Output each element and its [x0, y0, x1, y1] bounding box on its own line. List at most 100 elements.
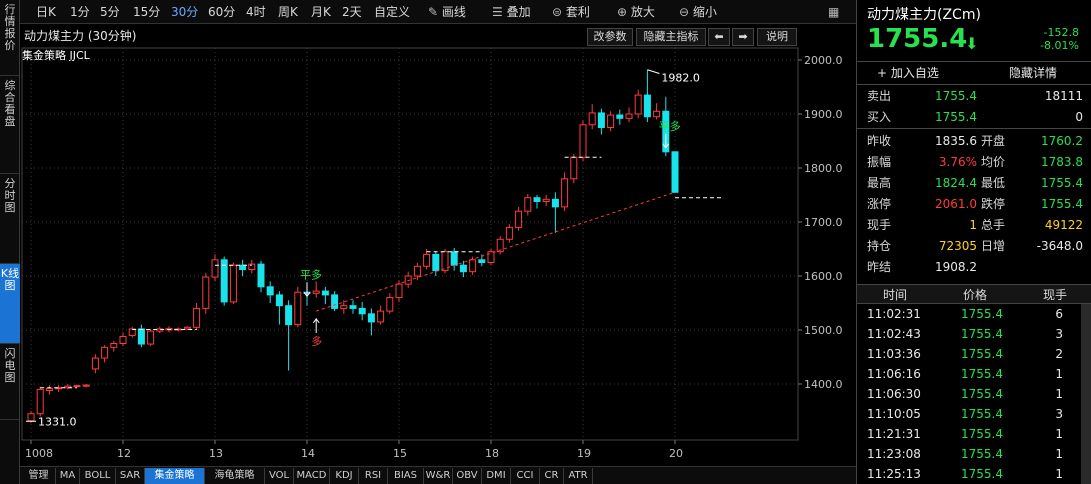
candle-down: [450, 251, 458, 266]
hide-detail-button[interactable]: 隐藏详情: [1009, 62, 1057, 84]
y-tick-label: 1700.0: [804, 216, 843, 229]
candle-up: [229, 264, 237, 303]
stat-row: 涨停 2061.0 跌停 1755.4: [857, 194, 1091, 214]
stat-label: 涨停: [867, 197, 892, 211]
indicator-tab[interactable]: CCI: [511, 468, 540, 484]
signal-label: 平多: [659, 119, 681, 133]
tick-price: 1755.4: [961, 327, 1003, 341]
candle-up: [193, 307, 201, 328]
y-tick-label: 1800.0: [804, 162, 843, 175]
tick-row[interactable]: 11:02:31 1755.4 6: [857, 304, 1082, 324]
candle-up: [625, 113, 633, 119]
candle-up: [211, 259, 219, 278]
tick-row[interactable]: 11:21:31 1755.4 1: [857, 424, 1082, 444]
tick-time: 11:06:30: [867, 387, 921, 401]
stat-label: 最高: [867, 176, 892, 190]
kline-chart[interactable]: 1331.0 1982.0 平多多 平多 2000.0 1900.0 1800.0 1700…: [0, 0, 856, 466]
tick-time: 11:25:13: [867, 467, 921, 481]
candle-up: [423, 253, 431, 267]
candle-up: [386, 297, 394, 312]
indicator-tab[interactable]: CR: [540, 468, 564, 484]
tick-price: 1755.4: [961, 407, 1003, 421]
candle-down: [597, 112, 605, 128]
stat-row: 持仓 72305 日增 -3648.0: [857, 236, 1091, 256]
candle-up: [515, 210, 523, 228]
stat-label: 均价: [981, 155, 1006, 169]
tick-row[interactable]: 11:06:16 1755.4 1: [857, 364, 1082, 384]
indicator-bar: 管理 MA BOLL SAR 集金策略 海龟策略 VOL MACD KDJ RSI BIAS W&R O…: [20, 466, 856, 484]
x-tick-label: 19: [577, 447, 591, 460]
tick-time: 11:06:16: [867, 367, 921, 381]
x-tick-label: 13: [209, 447, 223, 460]
stat-value: 3.76%: [938, 155, 977, 169]
low-price-label: 1331.0: [38, 415, 77, 428]
stat-label: 总手: [981, 218, 1006, 232]
buy-row: 买入 1755.4 0: [857, 107, 1091, 127]
tick-price: 1755.4: [961, 467, 1003, 481]
tick-row[interactable]: 11:03:36 1755.4 2: [857, 344, 1082, 364]
stat-row: 振幅 3.76% 均价 1783.8: [857, 152, 1091, 172]
indicator-tab[interactable]: 集金策略: [145, 468, 205, 484]
y-tick-label: 1400.0: [804, 378, 843, 391]
candle-up: [395, 283, 403, 299]
indicator-tab[interactable]: W&R: [424, 468, 453, 484]
indicator-tab[interactable]: MACD: [294, 468, 330, 484]
stat-value: 1908.2: [935, 260, 977, 274]
signal-label: 多: [311, 334, 322, 348]
tick-volume: 2: [1055, 347, 1063, 361]
candle-up: [340, 305, 348, 309]
candle-up: [524, 197, 532, 212]
candle-up: [653, 110, 661, 118]
candle-up: [634, 94, 642, 115]
tick-price: 1755.4: [961, 447, 1003, 461]
candle-up: [588, 112, 596, 126]
indicator-tab[interactable]: DMI: [482, 468, 511, 484]
candle-down: [257, 263, 265, 288]
ticks-scrollbar[interactable]: [1081, 304, 1091, 484]
stat-label: 现手: [867, 218, 892, 232]
tick-volume: 1: [1055, 447, 1063, 461]
add-watch-button[interactable]: + 加入自选: [877, 62, 939, 84]
indicator-tab[interactable]: SAR: [116, 468, 145, 484]
indicator-tab[interactable]: ATR: [564, 468, 593, 484]
indicator-tab[interactable]: BOLL: [80, 468, 116, 484]
indicator-tab[interactable]: 管理: [22, 468, 56, 484]
indicator-tab[interactable]: BIAS: [388, 468, 424, 484]
tick-row[interactable]: 11:25:13 1755.4 1: [857, 464, 1082, 484]
candle-down: [137, 328, 145, 345]
stat-label: 昨结: [867, 260, 892, 274]
last-price: 1755.4: [867, 24, 968, 54]
tick-row[interactable]: 11:23:08 1755.4 1: [857, 444, 1082, 464]
tick-volume: 1: [1055, 367, 1063, 381]
tick-row[interactable]: 11:02:43 1755.4 3: [857, 324, 1082, 344]
candle-down: [459, 264, 467, 273]
buy-price: 1755.4: [935, 110, 977, 124]
stat-row: 昨结 1908.2: [857, 257, 1091, 277]
indicator-tab[interactable]: KDJ: [330, 468, 359, 484]
stat-value: 2061.0: [935, 197, 977, 211]
stat-value: 1760.2: [1041, 134, 1083, 148]
candle-up: [82, 384, 90, 387]
candle-down: [239, 264, 247, 271]
tick-row[interactable]: 11:10:05 1755.4 3: [857, 404, 1082, 424]
indicator-tab[interactable]: MA: [56, 468, 80, 484]
candle-up: [469, 259, 477, 273]
ticks-header: 时间 价格 现手: [857, 284, 1091, 304]
sell-volume: 18111: [1044, 89, 1083, 103]
indicator-tab[interactable]: OBV: [453, 468, 482, 484]
indicator-tab[interactable]: 海龟策略: [205, 468, 265, 484]
candle-down: [367, 313, 375, 323]
tick-volume: 6: [1055, 307, 1063, 321]
stat-value: 1: [969, 218, 977, 232]
indicator-tab[interactable]: RSI: [359, 468, 388, 484]
tick-time: 11:02:43: [867, 327, 921, 341]
stat-value: 1783.8: [1041, 155, 1083, 169]
tick-row[interactable]: 11:06:30 1755.4 1: [857, 384, 1082, 404]
buy-volume: 0: [1075, 110, 1083, 124]
indicator-tab[interactable]: VOL: [265, 468, 294, 484]
stat-value: 72305: [938, 239, 977, 253]
candle-down: [266, 286, 274, 296]
stat-label: 开盘: [981, 134, 1006, 148]
candle-down: [616, 114, 624, 119]
candle-up: [294, 291, 302, 326]
